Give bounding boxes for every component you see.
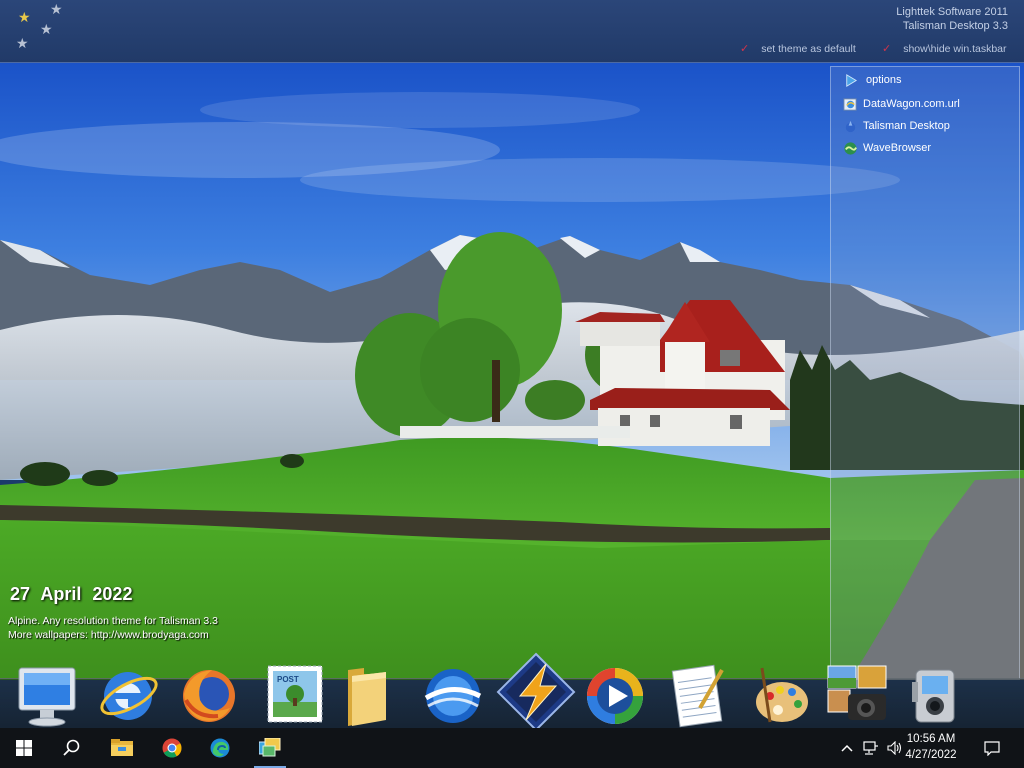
talisman-icon xyxy=(845,120,856,132)
file-explorer-icon xyxy=(111,739,133,756)
media-player-icon[interactable] xyxy=(582,660,648,730)
set-theme-default-button[interactable]: ✓ set theme as default xyxy=(740,42,856,55)
star-icon: ★ xyxy=(40,21,53,37)
notepad-icon[interactable] xyxy=(664,660,730,730)
camcorder-icon[interactable] xyxy=(904,660,970,730)
panel-item-wavebrowser[interactable]: WaveBrowser xyxy=(843,139,931,157)
date-year: 2022 xyxy=(92,584,133,604)
file-explorer-button[interactable] xyxy=(98,728,146,768)
toggle-win-taskbar-button[interactable]: ✓ show\hide win.taskbar xyxy=(882,42,1007,55)
search-button[interactable] xyxy=(48,728,96,768)
play-triangle-icon xyxy=(846,73,858,87)
star-icon: ★ xyxy=(16,35,29,51)
clock-time: 10:56 AM xyxy=(906,733,956,745)
star-icon: ★ xyxy=(50,1,63,17)
check-mark-icon: ✓ xyxy=(740,43,750,55)
talisman-top-bar: ★ ★ ★ ★ Lighttek Software 2011 Talisman … xyxy=(0,0,1024,63)
panel-item-talisman-desktop[interactable]: Talisman Desktop xyxy=(843,117,950,135)
search-icon xyxy=(63,739,80,756)
chrome-icon xyxy=(162,738,182,758)
toggle-win-taskbar-label: show\hide win.taskbar xyxy=(903,43,1007,55)
notification-icon xyxy=(984,741,1000,756)
vendor-info: Lighttek Software 2011 Talisman Desktop … xyxy=(896,5,1008,33)
check-mark-icon: ✓ xyxy=(882,43,892,55)
clock-date: 4/27/2022 xyxy=(905,749,957,761)
product-line: Talisman Desktop 3.3 xyxy=(902,20,1008,32)
network-button[interactable] xyxy=(860,728,882,768)
panel-item-datawagon[interactable]: DataWagon.com.url xyxy=(843,95,960,113)
wavebrowser-icon xyxy=(844,141,857,155)
network-icon xyxy=(863,741,878,755)
panel-item-label: Talisman Desktop xyxy=(863,120,950,132)
star-icon: ★ xyxy=(18,9,31,25)
my-computer-icon[interactable] xyxy=(14,660,80,730)
wallpaper-link-text: More wallpapers: http://www.brodyaga.com xyxy=(8,629,209,641)
internet-shortcut-icon xyxy=(843,97,857,111)
chrome-button[interactable] xyxy=(148,728,196,768)
internet-explorer-icon[interactable] xyxy=(96,660,162,730)
windows-taskbar: 10:56 AM 4/27/2022 xyxy=(0,728,1024,768)
talisman-taskbar-button[interactable] xyxy=(246,728,294,768)
vendor-line: Lighttek Software 2011 xyxy=(896,6,1008,18)
date-month: April xyxy=(40,584,82,604)
panel-item-label: WaveBrowser xyxy=(863,142,932,154)
shortcut-panel: options DataWagon.com.url Talisman Deskt… xyxy=(830,66,1020,680)
firefox-icon[interactable] xyxy=(176,660,242,730)
show-hidden-icons-button[interactable] xyxy=(836,728,858,768)
photo-camera-icon[interactable] xyxy=(826,660,892,730)
google-earth-icon[interactable] xyxy=(420,660,486,730)
windows-start-icon xyxy=(16,740,32,756)
talisman-taskbar-icon xyxy=(259,738,281,757)
folder-icon[interactable] xyxy=(334,660,400,730)
stamp-label: POST xyxy=(277,675,299,684)
panel-item-label: options xyxy=(866,74,902,86)
taskbar-clock[interactable]: 10:56 AM 4/27/2022 xyxy=(896,731,966,763)
theme-description: Alpine. Any resolution theme for Talisma… xyxy=(8,615,218,627)
date-day: 27 xyxy=(10,584,31,604)
panel-item-options[interactable]: options xyxy=(843,71,901,89)
edge-button[interactable] xyxy=(196,728,244,768)
paint-palette-icon[interactable] xyxy=(748,660,814,730)
notification-center-button[interactable] xyxy=(980,728,1004,768)
winamp-icon[interactable] xyxy=(494,650,578,734)
edge-icon xyxy=(210,738,230,758)
set-theme-default-label: set theme as default xyxy=(761,43,856,55)
desktop-date: 27 April 2022 xyxy=(10,584,132,605)
chevron-up-icon xyxy=(841,744,853,752)
panel-item-label: DataWagon.com.url xyxy=(863,98,960,110)
windows-start-button[interactable] xyxy=(0,728,48,768)
post-stamp-icon[interactable]: POST xyxy=(262,660,328,730)
